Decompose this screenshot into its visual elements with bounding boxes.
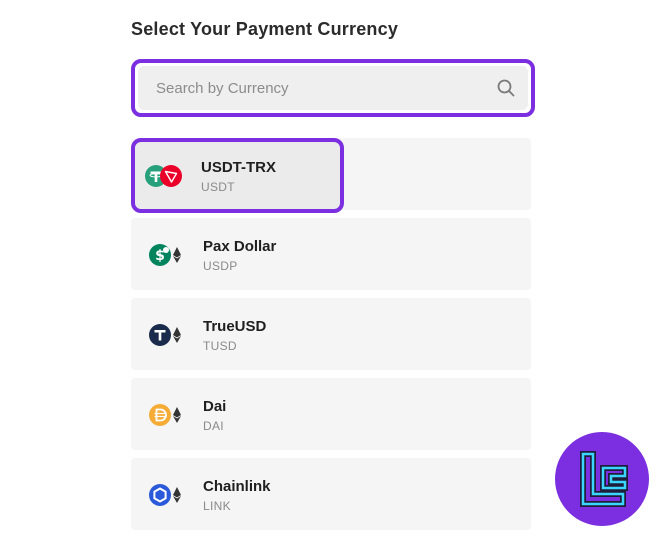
search-box[interactable]: [131, 59, 535, 117]
ethereum-icon: [173, 407, 181, 423]
chainlink-icon: [149, 484, 181, 506]
currency-symbol: LINK: [203, 499, 231, 513]
search-icon[interactable]: [496, 78, 516, 98]
pax-dollar-icon: $: [149, 244, 181, 266]
trueusd-icon: [149, 324, 181, 346]
ethereum-icon: [173, 487, 181, 503]
search-input[interactable]: [154, 78, 496, 98]
currency-symbol: TUSD: [203, 339, 237, 353]
currency-name: Dai: [203, 398, 227, 415]
page-title: Select Your Payment Currency: [131, 19, 399, 39]
currency-name: USDT-TRX: [201, 159, 276, 176]
usdt-tron-icon: [145, 165, 182, 187]
currency-item-trueusd[interactable]: TrueUSD TUSD: [131, 298, 531, 370]
dai-icon: [149, 404, 181, 426]
currency-item-pax-dollar[interactable]: $ Pax Dollar USDP: [131, 218, 531, 290]
currency-name: Chainlink: [203, 478, 271, 495]
search-field-container[interactable]: [138, 66, 528, 110]
currency-symbol: USDT: [201, 180, 235, 194]
currency-symbol: USDP: [203, 259, 238, 273]
currency-name: TrueUSD: [203, 318, 267, 335]
currency-item-selected-frame[interactable]: USDT-TRX USDT: [131, 138, 344, 213]
ethereum-icon: [173, 327, 181, 343]
ethereum-icon: [173, 247, 181, 263]
currency-name: Pax Dollar: [203, 238, 277, 255]
currency-item-chainlink[interactable]: Chainlink LINK: [131, 458, 531, 530]
brand-logo-icon: [555, 432, 649, 526]
payment-currency-page: Select Your Payment Currency USDT-TRX US…: [0, 0, 659, 535]
currency-item-dai[interactable]: Dai DAI: [131, 378, 531, 450]
currency-symbol: DAI: [203, 419, 224, 433]
